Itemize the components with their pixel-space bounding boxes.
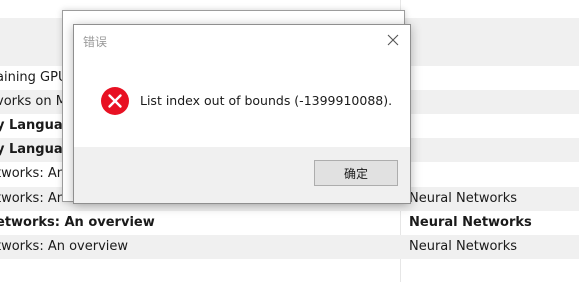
dialog-title: 错误 [83, 35, 108, 49]
dialog-body: List index out of bounds (-1399910088). [74, 55, 410, 147]
list-row[interactable]: tworks: An overview Neural Networks [0, 235, 579, 259]
close-icon [387, 34, 399, 46]
row-category: Neural Networks [409, 215, 532, 230]
row-title: etworks: An overview [0, 215, 155, 230]
error-message: List index out of bounds (-1399910088). [140, 93, 393, 108]
list-row[interactable] [0, 259, 579, 283]
ok-button[interactable]: 确定 [314, 160, 398, 186]
dialog-footer: 确定 [74, 147, 410, 203]
row-title: tworks: An overview [0, 239, 129, 254]
list-row[interactable]: etworks: An overview Neural Networks [0, 211, 579, 235]
close-button[interactable] [376, 25, 410, 55]
error-icon [101, 87, 129, 115]
error-dialog: 错误 List index out of bounds (-1399910088… [73, 24, 411, 204]
row-category: Neural Networks [409, 239, 518, 254]
row-category: Neural Networks [409, 191, 518, 206]
